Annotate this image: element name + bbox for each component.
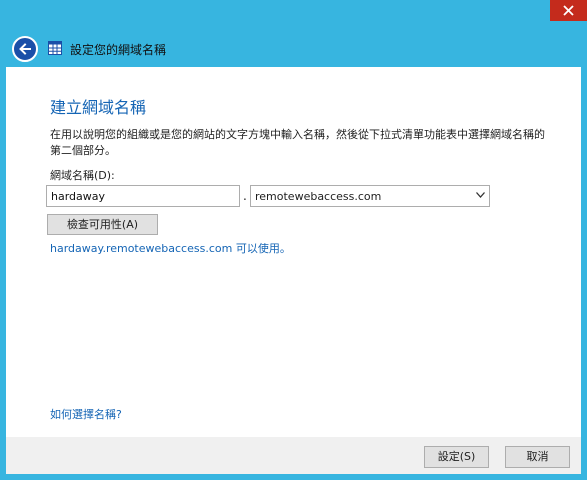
wizard-content: 建立網域名稱 在用以說明您的組織或是您的網站的文字方塊中輸入名稱，然後從下拉式清… xyxy=(6,67,581,437)
check-availability-button[interactable]: 檢查可用性(A) xyxy=(47,214,158,235)
domain-suffix-dropdown[interactable]: remotewebaccess.com xyxy=(250,185,490,207)
window-title: 設定您的網域名稱 xyxy=(70,43,167,57)
wizard-header: 設定您的網域名稱 xyxy=(6,30,581,66)
availability-result: hardaway.remotewebaccess.com 可以使用。 xyxy=(50,242,291,255)
back-button[interactable] xyxy=(12,36,38,62)
chevron-down-icon xyxy=(476,192,485,198)
page-title: 建立網域名稱 xyxy=(50,98,147,117)
domain-suffix-value: remotewebaccess.com xyxy=(255,190,382,203)
back-arrow-icon xyxy=(19,43,31,55)
help-link[interactable]: 如何選擇名稱? xyxy=(50,406,122,422)
grid-icon xyxy=(48,41,62,55)
window-close-button[interactable] xyxy=(550,0,587,21)
description-text: 在用以說明您的組織或是您的網站的文字方塊中輸入名稱，然後從下拉式清單功能表中選擇… xyxy=(50,128,545,157)
wizard-footer: 設定(S) 取消 xyxy=(6,437,581,474)
set-button[interactable]: 設定(S) xyxy=(424,446,489,468)
domain-name-input[interactable] xyxy=(46,185,240,207)
domain-separator: . xyxy=(243,189,247,203)
close-icon xyxy=(563,5,574,16)
wizard-window: 設定您的網域名稱 建立網域名稱 在用以說明您的組織或是您的網站的文字方塊中輸入名… xyxy=(0,0,587,480)
cancel-button[interactable]: 取消 xyxy=(505,446,570,468)
domain-name-label: 網域名稱(D): xyxy=(50,169,115,182)
